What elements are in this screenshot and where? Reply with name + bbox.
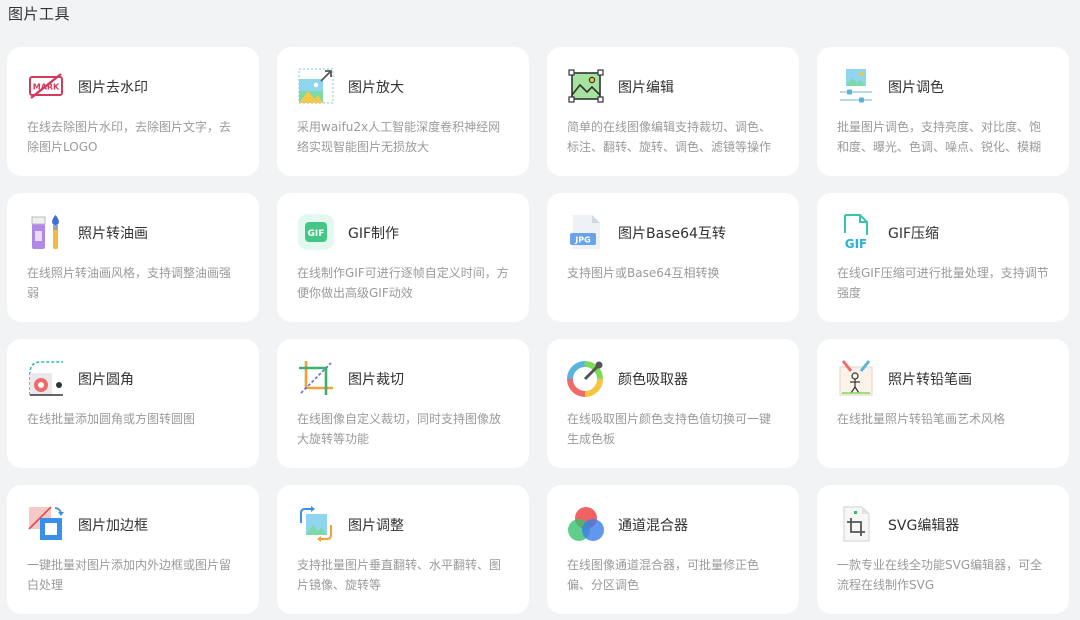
svg-editor-icon [837, 505, 875, 543]
tool-name: 图片加边框 [78, 518, 148, 534]
watermark-remove-icon: MARK [27, 67, 65, 105]
image-adjust-icon [297, 505, 335, 543]
svg-text:JPG: JPG [574, 236, 590, 245]
tool-description: 支持图片或Base64互相转换 [567, 266, 720, 280]
tool-description: 采用waifu2x人工智能深度卷积神经网络实现智能图片无损放大 [297, 120, 501, 154]
tool-card-gif-compress[interactable]: GIF GIF压缩 在线GIF压缩可进行批量处理，支持调节强度 [817, 193, 1069, 322]
tool-description: 在线照片转油画风格，支持调整油画强弱 [27, 266, 232, 300]
tool-name: 颜色吸取器 [618, 372, 688, 388]
svg-text:GIF: GIF [845, 237, 868, 251]
tool-card-image-adjust[interactable]: 图片调整 支持批量图片垂直翻转、水平翻转、图片镜像、旋转等 [277, 485, 529, 614]
base64-icon: JPG [567, 213, 605, 251]
tool-name: 图片调整 [348, 518, 404, 534]
tool-card-svg-editor[interactable]: SVG编辑器 一款专业在线全功能SVG编辑器，可全流程在线制作SVG [817, 485, 1069, 614]
svg-text:GIF: GIF [308, 229, 325, 239]
tool-name: 图片去水印 [78, 80, 148, 96]
tool-card-color-picker[interactable]: 颜色吸取器 在线吸取图片颜色支持色值切换可一键生成色板 [547, 339, 799, 468]
tool-name: 图片放大 [348, 80, 404, 96]
section-title: 图片工具 [8, 5, 71, 23]
tool-description: 一键批量对图片添加内外边框或图片留白处理 [27, 558, 232, 592]
tool-description: 在线图像通道混合器，可批量修正色偏、分区调色 [567, 558, 760, 592]
color-picker-icon [567, 359, 605, 397]
tool-name: 图片Base64互转 [618, 226, 726, 242]
tool-description: 一款专业在线全功能SVG编辑器，可全流程在线制作SVG [837, 558, 1043, 592]
round-corner-icon [27, 359, 65, 397]
image-enlarge-icon [297, 67, 335, 105]
crop-icon [297, 359, 335, 397]
gif-compress-icon: GIF [837, 213, 875, 251]
tool-name: 照片转油画 [78, 226, 148, 242]
add-border-icon [27, 505, 65, 543]
tool-name: GIF压缩 [888, 226, 940, 242]
oil-paint-icon [27, 213, 65, 251]
tool-name: 图片调色 [888, 80, 944, 96]
tool-description: 在线批量照片转铅笔画艺术风格 [837, 412, 1006, 426]
tool-description: 简单的在线图像编辑支持裁切、调色、标注、翻转、旋转、调色、滤镜等操作 [567, 120, 772, 154]
tool-card-round-corner[interactable]: 图片圆角 在线批量添加圆角或方图转圆图 [7, 339, 259, 468]
tool-description: 在线制作GIF可进行逐帧自定义时间，方便你做出高级GIF动效 [297, 266, 509, 300]
tool-name: GIF制作 [348, 226, 400, 242]
tool-card-add-border[interactable]: 图片加边框 一键批量对图片添加内外边框或图片留白处理 [7, 485, 259, 614]
tool-description: 在线图像自定义裁切，同时支持图像放大旋转等功能 [297, 412, 502, 446]
color-adjust-icon [837, 67, 875, 105]
tool-card-image-enlarge[interactable]: 图片放大 采用waifu2x人工智能深度卷积神经网络实现智能图片无损放大 [277, 47, 529, 176]
gif-make-icon: GIF [297, 213, 335, 251]
tool-name: 照片转铅笔画 [888, 372, 972, 388]
tool-card-pencil-sketch[interactable]: 照片转铅笔画 在线批量照片转铅笔画艺术风格 [817, 339, 1069, 468]
image-edit-icon [567, 67, 605, 105]
tool-card-crop[interactable]: 图片裁切 在线图像自定义裁切，同时支持图像放大旋转等功能 [277, 339, 529, 468]
tool-description: 批量图片调色，支持亮度、对比度、饱和度、曝光、色调、噪点、锐化、模糊等调 [837, 120, 1042, 154]
tool-card-channel-mixer[interactable]: 通道混合器 在线图像通道混合器，可批量修正色偏、分区调色 [547, 485, 799, 614]
tool-name: 图片裁切 [348, 372, 404, 388]
tool-description: 支持批量图片垂直翻转、水平翻转、图片镜像、旋转等 [297, 558, 502, 592]
tool-card-color-adjust[interactable]: 图片调色 批量图片调色，支持亮度、对比度、饱和度、曝光、色调、噪点、锐化、模糊等… [817, 47, 1069, 176]
tool-name: 图片圆角 [78, 372, 134, 388]
tool-card-watermark-remove[interactable]: MARK 图片去水印 在线去除图片水印，去除图片文字，去除图片LOGO [7, 47, 259, 176]
tool-card-gif-make[interactable]: GIF GIF制作 在线制作GIF可进行逐帧自定义时间，方便你做出高级GIF动效 [277, 193, 529, 322]
tool-name: SVG编辑器 [888, 518, 960, 534]
tool-description: 在线吸取图片颜色支持色值切换可一键生成色板 [567, 412, 772, 446]
tool-name: 图片编辑 [618, 80, 674, 96]
tool-grid: MARK 图片去水印 在线去除图片水印，去除图片文字，去除图片LOGO 图片放大… [7, 47, 1069, 614]
tool-card-oil-paint[interactable]: 照片转油画 在线照片转油画风格，支持调整油画强弱 [7, 193, 259, 322]
tool-name: 通道混合器 [618, 518, 688, 534]
pencil-sketch-icon [837, 359, 875, 397]
tool-card-image-edit[interactable]: 图片编辑 简单的在线图像编辑支持裁切、调色、标注、翻转、旋转、调色、滤镜等操作 [547, 47, 799, 176]
tool-description: 在线GIF压缩可进行批量处理，支持调节强度 [837, 266, 1049, 300]
tool-description: 在线去除图片水印，去除图片文字，去除图片LOGO [27, 120, 232, 154]
tool-card-base64[interactable]: JPG 图片Base64互转 支持图片或Base64互相转换 [547, 193, 799, 322]
tool-description: 在线批量添加圆角或方图转圆图 [27, 412, 196, 426]
channel-mixer-icon [567, 505, 605, 543]
